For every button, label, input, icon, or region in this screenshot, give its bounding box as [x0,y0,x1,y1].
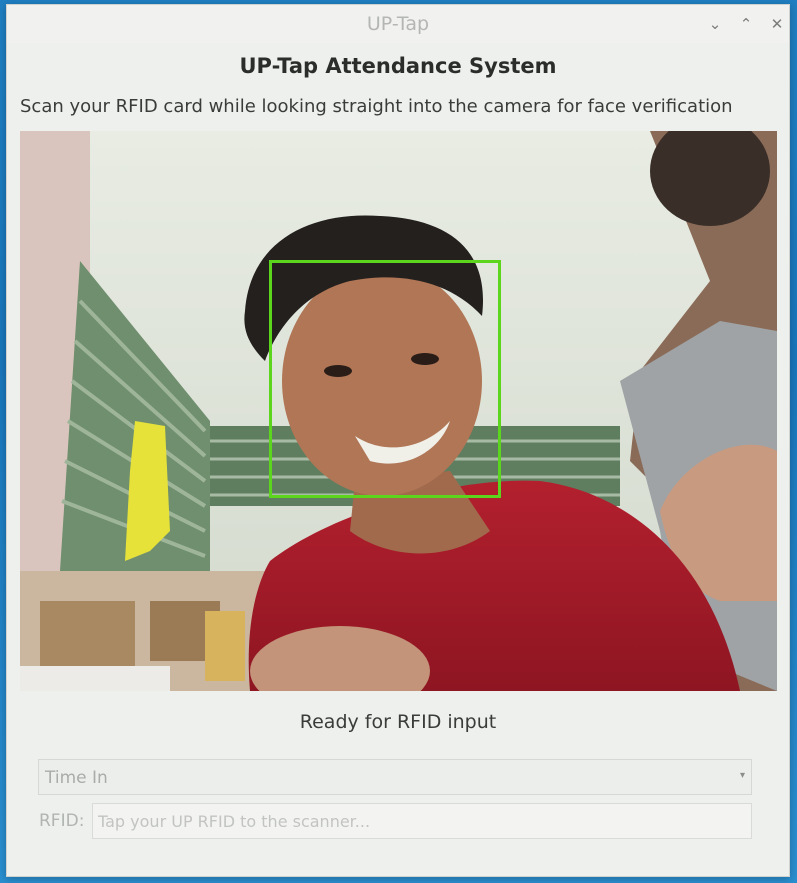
window-title: UP-Tap [366,13,430,35]
rfid-input[interactable] [92,803,752,839]
page-title: UP-Tap Attendance System [239,54,557,78]
face-detection-box [269,260,501,498]
status-text: Ready for RFID input [299,711,497,733]
attendance-mode-value: Time In [45,768,108,788]
title-bar[interactable]: UP-Tap ⌄ ⌃ ✕ [7,5,789,43]
chevron-up-icon: ⌃ [739,15,753,33]
camera-feed [20,131,777,691]
instruction-text: Scan your RFID card while looking straig… [20,96,733,117]
close-button[interactable]: ✕ [767,14,787,34]
maximize-button[interactable]: ⌃ [736,14,756,34]
rfid-label: RFID: [39,811,85,831]
app-window: UP-Tap ⌄ ⌃ ✕ UP-Tap Attendance System Sc… [6,4,790,877]
attendance-mode-select[interactable]: Time In ▾ [38,759,752,795]
minimize-button[interactable]: ⌄ [705,14,725,34]
close-icon: ✕ [770,15,784,33]
chevron-down-icon: ⌄ [708,15,722,33]
caret-down-icon: ▾ [739,770,745,781]
